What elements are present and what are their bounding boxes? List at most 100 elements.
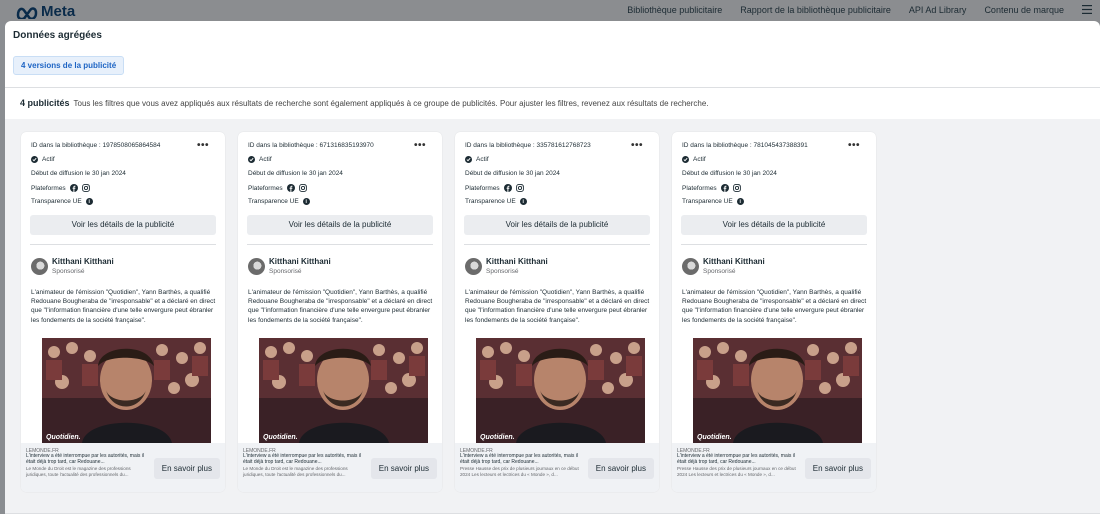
image-caption: Quotidien. [480,434,515,441]
advertiser-name[interactable]: Kitthani Kitthani [703,257,765,266]
library-id: ID dans la bibliothèque : 78104543738839… [682,142,808,149]
check-circle-icon [31,156,38,163]
learn-more-button[interactable]: En savoir plus [804,458,871,479]
advertiser-avatar[interactable] [31,258,48,275]
status-text: Actif [259,156,272,163]
image-caption: Quotidien. [263,434,298,441]
facebook-icon [720,184,729,192]
card-divider [247,244,433,245]
ad-body-text: L'animateur de l'émission "Quotidien", Y… [31,289,216,324]
platforms-label: Plateformes [465,184,500,192]
menu-icon[interactable] [1082,5,1092,14]
card-divider [30,244,216,245]
ad-image-illustration [693,338,862,443]
facebook-icon [503,184,512,192]
results-summary: 4 publicités Tous les filtres que vous av… [20,98,709,108]
brand-name: Meta [41,3,76,20]
nav-ad-library-api[interactable]: API Ad Library [909,5,967,15]
ad-body-text: L'animateur de l'émission "Quotidien", Y… [465,289,650,324]
link-preview[interactable]: LEMONDE.FR L'interview a été interrompue… [21,443,225,492]
image-caption: Quotidien. [46,434,81,441]
advertiser-name[interactable]: Kitthani Kitthani [486,257,548,266]
advertiser-avatar[interactable] [248,258,265,275]
image-caption: Quotidien. [697,434,732,441]
link-preview[interactable]: LEMONDE.FR L'interview a été interrompue… [455,443,659,492]
transparency-row: Transparence UE i [31,198,93,205]
results-note: Tous les filtres que vous avez appliqués… [73,99,709,108]
link-preview[interactable]: LEMONDE.FR L'interview a été interrompue… [672,443,876,492]
transparency-row: Transparence UE i [465,198,527,205]
transparency-label: Transparence UE [31,198,82,205]
start-date: Début de diffusion le 30 jan 2024 [465,170,560,177]
ad-card: ID dans la bibliothèque : 19785080658645… [21,132,225,492]
view-ad-details-button[interactable]: Voir les détails de la publicité [464,215,650,235]
advertiser-name[interactable]: Kitthani Kitthani [269,257,331,266]
status-row: Actif [248,156,272,163]
ad-image[interactable]: Quotidien. [42,338,211,443]
link-description: Presse Hausse des prix de plusieurs jour… [677,466,796,477]
advertiser-name[interactable]: Kitthani Kitthani [52,257,114,266]
link-description: Le Monde du Droit est le magazine des pr… [243,466,348,477]
start-date: Début de diffusion le 30 jan 2024 [31,170,126,177]
start-date: Début de diffusion le 30 jan 2024 [682,170,777,177]
advertiser-avatar[interactable] [682,258,699,275]
link-description: Presse Hausse des prix de plusieurs jour… [460,466,579,477]
link-title: L'interview a été interrompue par les au… [677,453,795,465]
status-row: Actif [465,156,489,163]
ad-image[interactable]: Quotidien. [693,338,862,443]
instagram-icon [515,184,524,192]
check-circle-icon [465,156,472,163]
status-text: Actif [693,156,706,163]
platforms-label: Plateformes [248,184,283,192]
facebook-icon [69,184,78,192]
modal-title: Données agrégées [13,30,102,41]
platforms-row: Plateformes [682,184,741,192]
ad-image-illustration [259,338,428,443]
nav-branded-content[interactable]: Contenu de marque [984,5,1064,15]
learn-more-button[interactable]: En savoir plus [370,458,437,479]
ad-image[interactable]: Quotidien. [259,338,428,443]
nav-ad-library-report[interactable]: Rapport de la bibliothèque publicitaire [740,5,891,15]
sponsored-label: Sponsorisé [486,268,519,275]
info-icon[interactable]: i [85,198,93,205]
view-ad-details-button[interactable]: Voir les détails de la publicité [30,215,216,235]
check-circle-icon [248,156,255,163]
check-circle-icon [682,156,689,163]
advertiser-avatar[interactable] [465,258,482,275]
instagram-icon [298,184,307,192]
info-icon[interactable]: i [736,198,744,205]
ad-image[interactable]: Quotidien. [476,338,645,443]
more-options-icon[interactable]: ••• [197,140,209,151]
meta-logo[interactable]: Meta [16,3,75,20]
view-ad-details-button[interactable]: Voir les détails de la publicité [247,215,433,235]
aggregated-data-modal: Données agrégées 4 versions de la public… [5,21,1100,514]
sponsored-label: Sponsorisé [269,268,302,275]
more-options-icon[interactable]: ••• [414,140,426,151]
view-ad-details-button[interactable]: Voir les détails de la publicité [681,215,867,235]
library-id: ID dans la bibliothèque : 67131683519397… [248,142,374,149]
ad-card: ID dans la bibliothèque : 33578161276872… [455,132,659,492]
more-options-icon[interactable]: ••• [631,140,643,151]
top-bar: Meta Bibliothèque publicitaire Rapport d… [0,0,1100,22]
learn-more-button[interactable]: En savoir plus [153,458,220,479]
start-date: Début de diffusion le 30 jan 2024 [248,170,343,177]
link-description: Le Monde du Droit est le magazine des pr… [26,466,131,477]
ad-body-text: L'animateur de l'émission "Quotidien", Y… [682,289,867,324]
platforms-row: Plateformes [248,184,307,192]
nav-ad-library[interactable]: Bibliothèque publicitaire [627,5,722,15]
more-options-icon[interactable]: ••• [848,140,860,151]
link-preview[interactable]: LEMONDE.FR L'interview a été interrompue… [238,443,442,492]
ad-card: ID dans la bibliothèque : 78104543738839… [672,132,876,492]
meta-infinity-icon [16,6,38,19]
status-row: Actif [31,156,55,163]
ad-card: ID dans la bibliothèque : 67131683519397… [238,132,442,492]
sponsored-label: Sponsorisé [703,268,736,275]
ads-grid: ID dans la bibliothèque : 19785080658645… [5,119,1100,514]
info-icon[interactable]: i [519,198,527,205]
learn-more-button[interactable]: En savoir plus [587,458,654,479]
status-text: Actif [476,156,489,163]
results-count: 4 publicités [20,98,70,108]
versions-pill[interactable]: 4 versions de la publicité [13,56,125,75]
ad-image-illustration [42,338,211,443]
info-icon[interactable]: i [302,198,310,205]
